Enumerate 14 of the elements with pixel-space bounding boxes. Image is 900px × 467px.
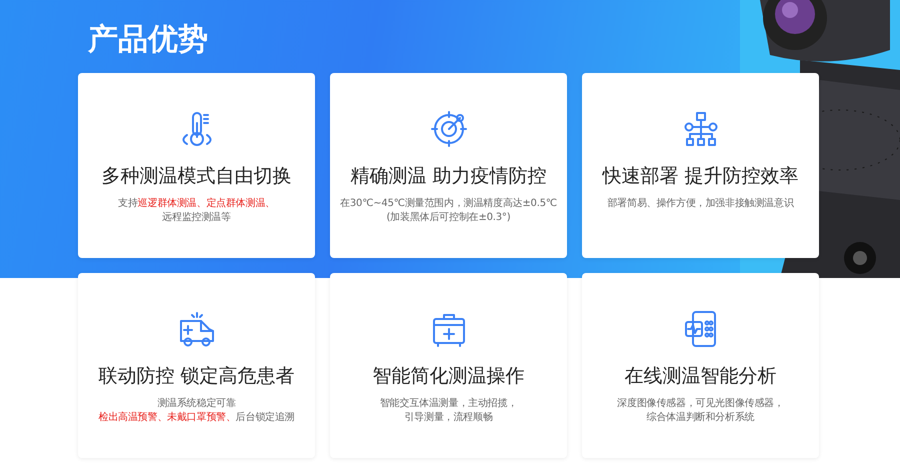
section-title: 产品优势 — [88, 21, 208, 59]
card-description: 深度图像传感器，可见光图像传感器， 综合体温判断和分析系统 — [617, 397, 784, 425]
card-title: 在线测温智能分析 — [624, 364, 776, 389]
card-description: 部署简易、操作方便，加强非接触测温意识 — [607, 197, 794, 211]
card-title: 快速部署 提升防控效率 — [602, 164, 799, 189]
card-description: 测温系统稳定可靠 检出高温预警、未戴口罩预警、后台锁定追溯 — [98, 397, 294, 425]
card-description: 智能交互体温测量，主动招揽， 引导测量，流程顺畅 — [380, 397, 518, 425]
card-title: 智能简化测温操作 — [372, 364, 524, 389]
card-description: 支持巡逻群体测温、定点群体测温、 远程监控测温等 — [118, 197, 275, 225]
card-title: 联动防控 锁定高危患者 — [98, 364, 295, 389]
card-description: 在30℃~45℃测量范围内，测温精度高达±0.5℃ (加装黑体后可控制在±0.3°) — [340, 197, 557, 225]
target-icon — [428, 109, 468, 149]
card-title: 精确测温 助力疫情防控 — [350, 164, 547, 189]
card-title: 多种测温模式自由切换 — [102, 164, 292, 189]
